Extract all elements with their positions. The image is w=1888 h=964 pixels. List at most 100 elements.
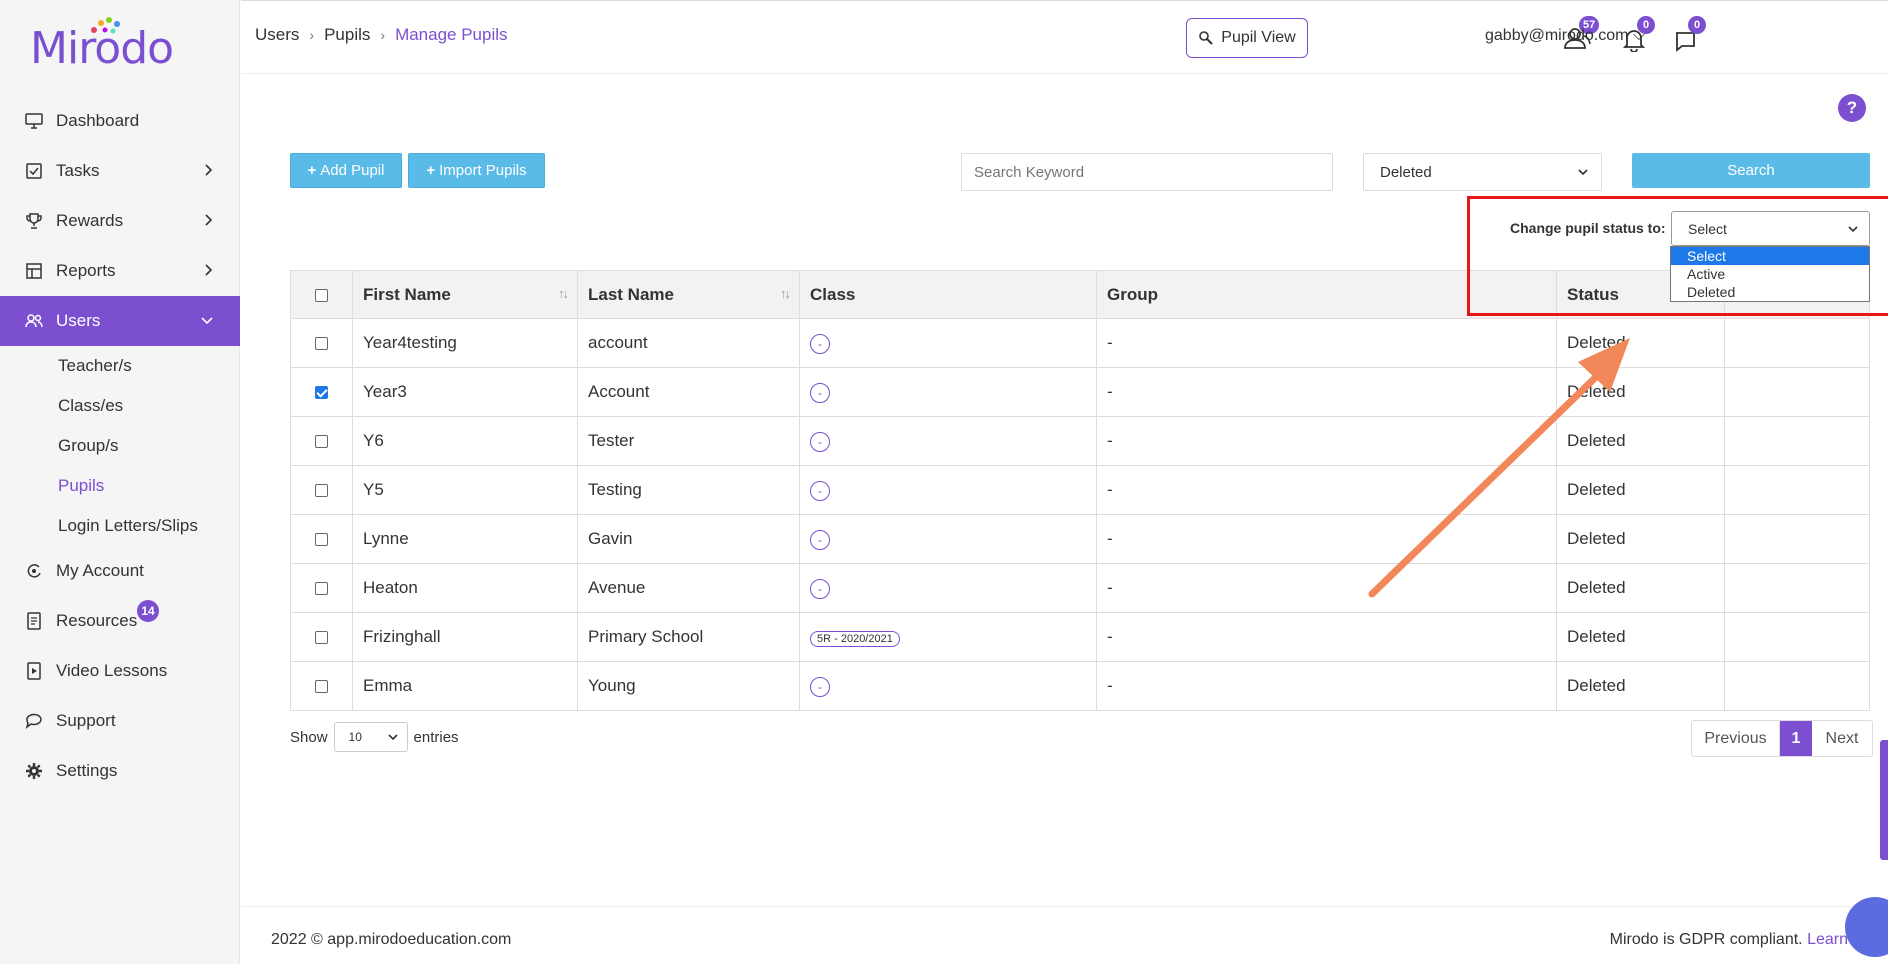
row-select-cell — [290, 367, 353, 417]
column-first-name[interactable]: First Name ↑↓ — [352, 270, 578, 319]
page-1-button[interactable]: 1 — [1780, 721, 1812, 756]
row-checkbox[interactable] — [315, 631, 328, 645]
previous-page-button[interactable]: Previous — [1692, 721, 1780, 756]
logo-dots-icon — [91, 17, 120, 34]
chevron-right-icon: › — [380, 27, 386, 43]
first-name-cell: Frizinghall — [352, 612, 578, 662]
import-pupils-button[interactable]: + Import Pupils — [408, 153, 545, 188]
search-input[interactable] — [961, 153, 1333, 191]
pupil-view-label: Pupil View — [1221, 29, 1296, 46]
sidebar-item-my-account[interactable]: My Account — [0, 546, 240, 596]
sidebar-item-rewards[interactable]: Rewards — [0, 196, 240, 246]
status-cell: Deleted — [1556, 318, 1725, 368]
resources-badge: 14 — [137, 600, 159, 622]
first-name-cell: Y5 — [352, 465, 578, 515]
class-badge[interactable]: - — [810, 529, 830, 550]
sidebar-item-resources[interactable]: Resources 14 — [0, 596, 240, 646]
sidebar-item-users[interactable]: Users — [0, 296, 240, 346]
import-pupils-label: Import Pupils — [439, 162, 527, 179]
add-pupil-button[interactable]: + Add Pupil — [290, 153, 402, 188]
sidebar-item-dashboard[interactable]: Dashboard — [0, 96, 240, 146]
row-checkbox[interactable] — [315, 582, 328, 596]
table-row: Frizinghall Primary School 5R - 2020/202… — [290, 612, 1870, 662]
sort-icon[interactable]: ↑↓ — [780, 286, 791, 301]
last-name-cell: Gavin — [577, 514, 800, 564]
sidebar-item-support[interactable]: Support — [0, 696, 240, 746]
group-cell: - — [1096, 367, 1557, 417]
sidebar-item-label: Support — [56, 711, 116, 730]
class-cell: - — [799, 563, 1097, 613]
class-badge[interactable]: - — [810, 382, 830, 403]
pupil-view-button[interactable]: Pupil View — [1186, 18, 1308, 58]
breadcrumb-users[interactable]: Users — [255, 25, 299, 45]
group-cell: - — [1096, 612, 1557, 662]
sidebar-subitem-teachers[interactable]: Teacher/s — [0, 346, 240, 386]
actions-cell — [1724, 514, 1870, 564]
video-icon — [24, 661, 44, 681]
row-checkbox[interactable] — [315, 386, 328, 400]
sidebar-subitem-pupils[interactable]: Pupils — [0, 466, 240, 506]
column-last-name[interactable]: Last Name ↑↓ — [577, 270, 800, 319]
status-cell: Deleted — [1556, 612, 1725, 662]
last-name-cell: Primary School — [577, 612, 800, 662]
sidebar-subitem-classes[interactable]: Class/es — [0, 386, 240, 426]
table-row: Heaton Avenue - - Deleted — [290, 563, 1870, 613]
row-checkbox[interactable] — [315, 435, 328, 449]
mirodo-logo[interactable]: Mirodo — [30, 17, 174, 78]
row-checkbox[interactable] — [315, 533, 328, 547]
sidebar-item-label: Tasks — [56, 161, 100, 180]
class-badge[interactable]: - — [810, 676, 830, 697]
first-name-cell: Heaton — [352, 563, 578, 613]
last-name-cell: Young — [577, 661, 800, 711]
entries-select[interactable]: 10 — [333, 722, 408, 752]
sidebar-item-reports[interactable]: Reports — [0, 246, 240, 296]
sidebar-item-label: My Account — [56, 561, 144, 580]
chevron-right-icon: › — [309, 27, 315, 43]
sidebar-item-label: Settings — [56, 761, 118, 780]
sidebar-item-video-lessons[interactable]: Video Lessons — [0, 646, 240, 696]
sidebar-subitem-login-letters[interactable]: Login Letters/Slips — [0, 506, 240, 546]
select-all-checkbox[interactable] — [315, 288, 328, 302]
sidebar-item-tasks[interactable]: Tasks — [0, 146, 240, 196]
row-checkbox[interactable] — [315, 680, 328, 694]
column-label: First Name — [363, 284, 451, 304]
chevron-down-icon — [387, 734, 398, 741]
search-button[interactable]: Search — [1632, 153, 1870, 188]
sort-icon[interactable]: ↑↓ — [558, 286, 569, 301]
sidebar-subitem-groups[interactable]: Group/s — [0, 426, 240, 466]
last-name-cell: Account — [577, 367, 800, 417]
add-pupil-label: Add Pupil — [320, 162, 385, 179]
chevron-right-icon — [205, 214, 213, 226]
breadcrumb-pupils[interactable]: Pupils — [324, 25, 370, 45]
class-badge[interactable]: - — [810, 578, 830, 599]
table-row: Year3 Account - - Deleted — [290, 367, 1870, 417]
class-badge[interactable]: 5R - 2020/2021 — [810, 631, 900, 647]
status-cell: Deleted — [1556, 367, 1725, 417]
class-badge[interactable]: - — [810, 333, 830, 354]
feedback-side-tab[interactable] — [1880, 740, 1888, 860]
search-person-icon — [1199, 31, 1213, 45]
help-button[interactable]: ? — [1838, 94, 1866, 122]
user-menu[interactable]: gabby@mirodo.com ⌵ — [1485, 27, 1645, 45]
row-checkbox[interactable] — [315, 484, 328, 498]
first-name-cell: Y6 — [352, 416, 578, 466]
row-select-cell — [290, 612, 353, 662]
status-filter-select[interactable]: Deleted — [1363, 153, 1602, 191]
group-cell: - — [1096, 318, 1557, 368]
pupils-table: First Name ↑↓ Last Name ↑↓ Class Group Sta… — [290, 270, 1870, 711]
status-cell: Deleted — [1556, 563, 1725, 613]
account-icon — [24, 561, 44, 581]
row-checkbox[interactable] — [315, 337, 328, 351]
sidebar-item-settings[interactable]: Settings — [0, 746, 240, 796]
class-badge[interactable]: - — [810, 431, 830, 452]
class-badge[interactable]: - — [810, 480, 830, 501]
show-label: Show — [290, 728, 328, 746]
learn-more-link[interactable]: Learn — [1807, 931, 1848, 948]
sidebar-item-label: Video Lessons — [56, 661, 168, 680]
annotation-highlight-box — [1467, 196, 1888, 316]
messages-button[interactable]: 0 — [1674, 16, 1708, 56]
next-page-button[interactable]: Next — [1812, 721, 1872, 756]
actions-cell — [1724, 465, 1870, 515]
class-cell: 5R - 2020/2021 — [799, 612, 1097, 662]
first-name-cell: Lynne — [352, 514, 578, 564]
